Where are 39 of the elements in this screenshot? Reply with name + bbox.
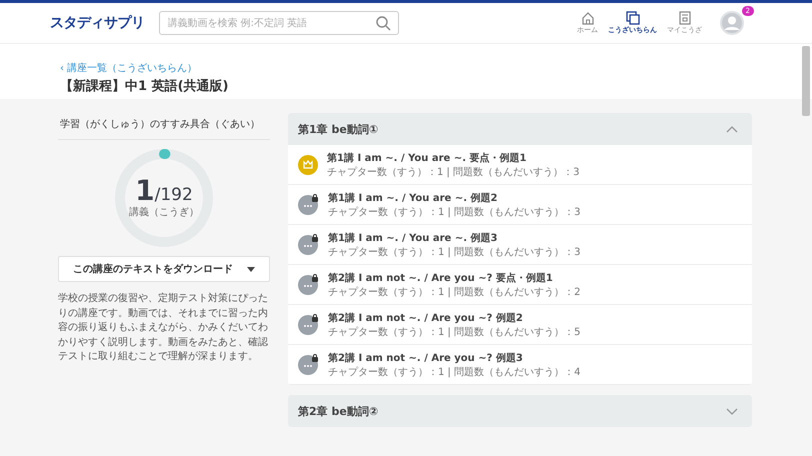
lesson-row[interactable]: 第1講 I am ~. / You are ~. 例題3 チャプター数（すう）：1 | 問題数（もんだいすう）：3 (288, 225, 752, 265)
lesson-row[interactable]: 第2講 I am not ~. / Are you ~? 例題3 チャプター数（すう）：1 | 問題数（もんだいすう）：4 (288, 345, 752, 385)
lesson-meta: チャプター数（すう）：1 | 問題数（もんだいすう）：3 (328, 246, 580, 258)
lesson-title: 第1講 I am ~. / You are ~. 例題3 (328, 232, 498, 244)
chevron-icon (726, 126, 738, 132)
progress-title: 学習（がくしゅう）のすすみ具合（ぐあい） (58, 113, 270, 140)
lesson-meta: チャプター数（すう）：1 | 問題数（もんだいすう）：2 (328, 286, 580, 298)
completed-count: 1 (135, 177, 155, 205)
lesson-title: 第2講 I am not ~. / Are you ~? 例題3 (328, 352, 524, 364)
lesson-title: 第1講 I am ~. / You are ~. 例題2 (328, 192, 498, 204)
lesson-meta: チャプター数（すう）：1 | 問題数（もんだいすう）：3 (327, 166, 580, 178)
lesson-row[interactable]: 第2講 I am not ~. / Are you ~? 例題2 チャプター数（すう）：1 | 問題数（もんだいすう）：5 (288, 305, 752, 345)
chapter-header[interactable]: 第1章 be動詞① (288, 113, 752, 145)
download-button[interactable]: この講座のテキストをダウンロード (58, 256, 270, 282)
count-unit: 講義（こうぎ） (129, 206, 199, 219)
lesson-row[interactable]: 第1講 I am ~. / You are ~. 例題2 チャプター数（すう）：1 | 問題数（もんだいすう）：3 (288, 185, 752, 225)
lesson-meta: チャプター数（すう）：1 | 問題数（もんだいすう）：4 (328, 366, 580, 378)
lesson-title: 第2講 I am not ~. / Are you ~? 例題2 (328, 312, 524, 324)
search-field[interactable]: 講義動画を検索 例:不定詞 英語 (158, 11, 398, 35)
book-icon (678, 11, 692, 25)
home-icon (580, 11, 594, 25)
lesson-meta: チャプター数（すう）：1 | 問題数（もんだいすう）：5 (328, 326, 580, 338)
logo[interactable]: スタディサプリ (50, 14, 144, 32)
lesson-row[interactable]: 第2講 I am not ~. / Are you ~? 要点・例題1 チャプター数（すう）：1 | 問題数（もんだいすう）：2 (288, 265, 752, 305)
scrollbar[interactable] (802, 46, 810, 116)
lesson-title: 第1講 I am ~. / You are ~. 要点・例題1 (327, 152, 528, 164)
lesson-title: 第2講 I am not ~. / Are you ~? 要点・例題1 (328, 272, 554, 284)
caret-icon (247, 266, 255, 272)
search-icon (374, 15, 390, 31)
avatar[interactable] (720, 11, 744, 35)
breadcrumb-link[interactable]: ‹ 講座一覧（こうざいちらん） (60, 61, 198, 75)
course-title: 【新課程】中1 英語(共通版) (60, 78, 230, 95)
total-count: /192 (154, 185, 193, 205)
book-stack-icon (626, 11, 640, 25)
lesson-row[interactable]: 第1講 I am ~. / You are ~. 要点・例題1 チャプター数（すう）：1 | 問題数（もんだいすう）：3 (288, 145, 752, 185)
course-description: 学校の授業の復習や、定期テスト対策にぴったりの講座です。動画では、それまでに習った内容の振り返りもふまえながら、かみくだいてわかりやすく説明します。動画をみたあと、確認テストに取り組むことで理解が深まります。 (58, 292, 269, 364)
lesson-meta: チャプター数（すう）：1 | 問題数（もんだいすう）：3 (328, 206, 580, 218)
chapter-header[interactable]: 第2章 be動詞② (288, 395, 752, 427)
chevron-icon (726, 408, 738, 414)
